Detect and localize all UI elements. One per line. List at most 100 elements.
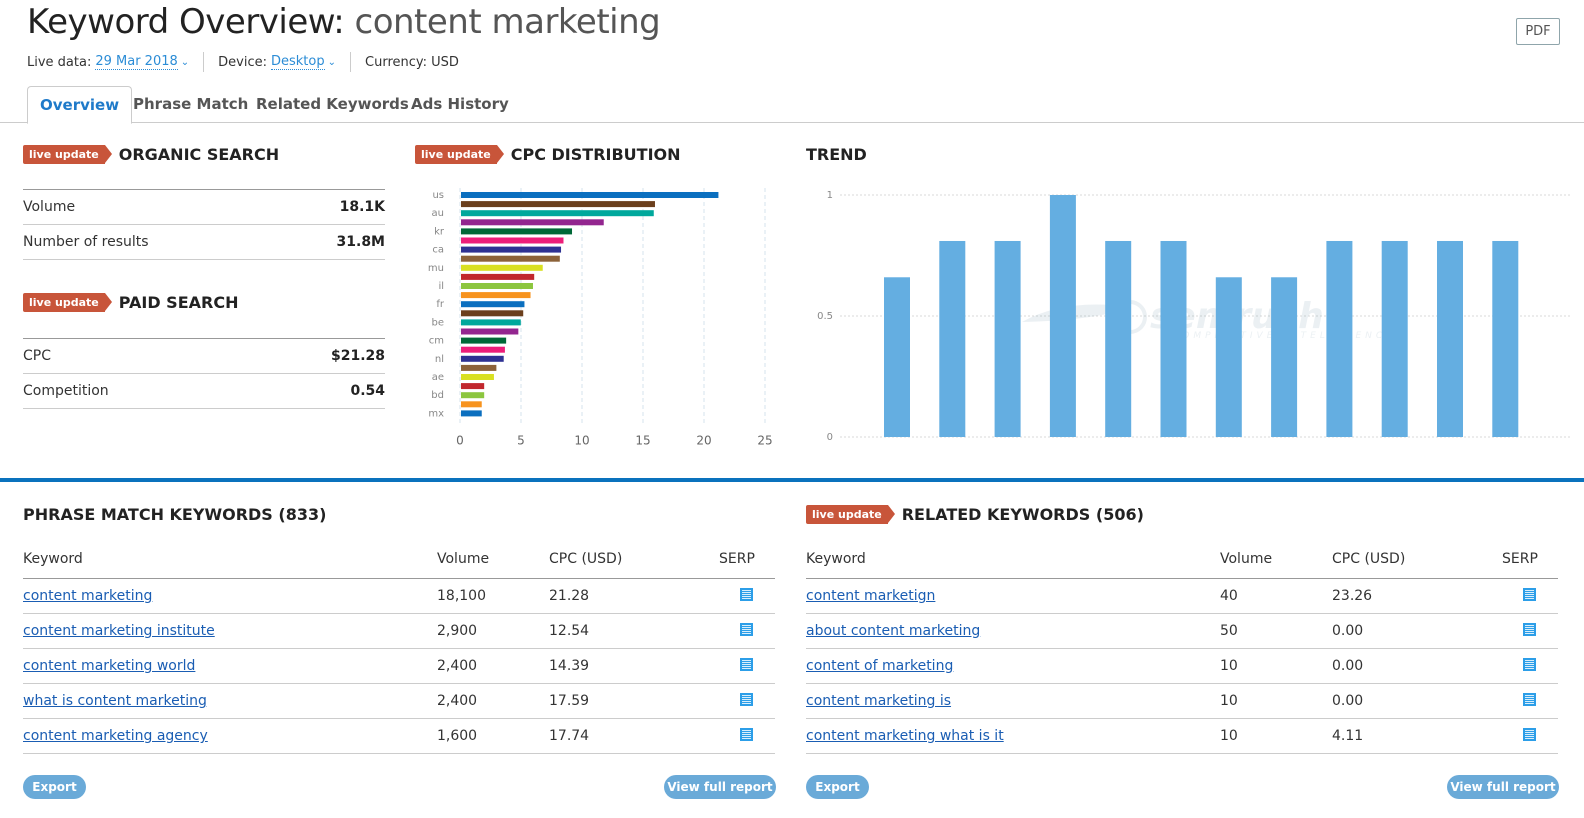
keyword-link[interactable]: content marketing institute [23,623,215,639]
keyword-link[interactable]: about content marketing [806,623,980,639]
cpc-bar [461,328,519,335]
table-row: content marketing what is it 10 4.11 [806,719,1558,754]
column-header-cpc[interactable]: CPC (USD) [1332,551,1502,567]
cpc-bar [461,374,494,380]
keyword-link[interactable]: content marketign [806,588,935,604]
phrase-match-table: Keyword Volume CPC (USD) SERP content ma… [23,540,775,754]
table-row: what is content marketing 2,400 17.59 [23,684,775,719]
table-row: content marketing is 10 0.00 [806,684,1558,719]
trend-header: TREND [806,145,867,164]
cpc-cell: 4.11 [1332,728,1364,744]
table-row: about content marketing 50 0.00 [806,614,1558,649]
x-tick-label: 25 [757,434,772,448]
serp-icon[interactable] [1523,692,1536,706]
serp-icon[interactable] [740,692,753,706]
trend-bar [1105,240,1132,437]
keyword-link[interactable]: content marketing [23,588,152,604]
keyword-link[interactable]: content marketing world [23,658,195,674]
column-header-cpc[interactable]: CPC (USD) [549,551,719,567]
tab-related-keywords[interactable]: Related Keywords [256,86,409,123]
y-tick-label: au [432,208,444,219]
trend-bar [1271,277,1298,437]
keyword-link[interactable]: what is content marketing [23,693,207,709]
tab-overview[interactable]: Overview [27,86,133,124]
report-meta: Live data: 29 Mar 2018 ⌄ Device: Desktop… [27,52,459,72]
column-header-volume[interactable]: Volume [1220,551,1332,567]
x-tick-label: 15 [635,434,650,448]
cpc-bar [461,219,604,226]
tab-phrase-match[interactable]: Phrase Match [133,86,248,123]
cpc-cell: 0.00 [1332,658,1364,674]
related-keywords-header: live update RELATED KEYWORDS (506) [806,505,1144,524]
pdf-export-button[interactable]: PDF [1516,18,1560,45]
y-tick-label: fr [436,299,445,310]
related-full-report-button[interactable]: View full report [1447,775,1559,799]
cpc-bar [461,364,497,371]
column-header-keyword[interactable]: Keyword [23,551,437,567]
metric-value: 31.8M [336,234,385,250]
section-divider [0,478,1584,482]
y-tick-label: 1 [827,190,833,201]
cpc-cell: 21.28 [549,588,590,604]
keyword-link[interactable]: content marketing agency [23,728,208,744]
serp-icon[interactable] [1523,587,1536,601]
related-keywords-table: Keyword Volume CPC (USD) SERP content ma… [806,540,1558,754]
page-title: Keyword Overview: content marketing [27,2,661,42]
table-row: content marketign 40 23.26 [806,579,1558,614]
live-data-label: Live data: [27,54,92,70]
page-title-keyword: content marketing [354,2,661,42]
phrase-match-export-button[interactable]: Export [23,775,86,799]
y-tick-label: kr [434,226,445,237]
y-tick-label: ae [432,372,444,383]
table-header: Keyword Volume CPC (USD) SERP [806,540,1558,579]
metric-label: Number of results [23,234,149,250]
volume-cell: 2,400 [437,693,478,709]
tab-ads-history[interactable]: Ads History [411,86,509,123]
trend-bar [1437,240,1463,437]
meta-separator [203,52,205,72]
table-header: Keyword Volume CPC (USD) SERP [23,540,775,579]
phrase-match-full-report-button[interactable]: View full report [664,775,776,799]
page-title-prefix: Keyword Overview: [27,2,345,42]
cpc-bar [461,401,482,408]
cpc-cell: 0.00 [1332,693,1364,709]
volume-cell: 1,600 [437,728,478,744]
chevron-down-icon[interactable]: ⌄ [181,57,189,68]
metric-value: $21.28 [330,348,385,364]
chevron-down-icon[interactable]: ⌄ [328,57,336,68]
x-tick-label: 5 [517,434,525,448]
live-data-date-dropdown[interactable]: 29 Mar 2018 [95,54,178,70]
serp-icon[interactable] [740,727,753,741]
related-export-button[interactable]: Export [806,775,869,799]
serp-icon[interactable] [1523,657,1536,671]
cpc-bar [461,410,482,417]
cpc-bar [461,355,504,362]
keyword-link[interactable]: content of marketing [806,658,953,674]
cpc-bar [461,246,562,253]
trend-bar [994,240,1021,437]
serp-icon[interactable] [1523,727,1536,741]
y-tick-label: 0.5 [817,311,833,322]
x-tick-label: 20 [696,434,711,448]
column-header-volume[interactable]: Volume [437,551,549,567]
cpc-distribution-header: live update CPC DISTRIBUTION [415,145,681,164]
y-tick-label: us [432,190,444,201]
metric-row-volume: Volume 18.1K [23,190,385,225]
cpc-bar [461,346,505,353]
currency-label: Currency: USD [365,54,459,70]
table-row: content marketing 18,100 21.28 [23,579,775,614]
keyword-link[interactable]: content marketing what is it [806,728,1004,744]
device-dropdown[interactable]: Desktop [271,54,325,70]
serp-icon[interactable] [740,622,753,636]
table-row: content marketing agency 1,600 17.74 [23,719,775,754]
cpc-bar [461,337,507,344]
keyword-link[interactable]: content marketing is [806,693,951,709]
table-row: content of marketing 10 0.00 [806,649,1558,684]
column-header-keyword[interactable]: Keyword [806,551,1220,567]
serp-icon[interactable] [1523,622,1536,636]
cpc-bar [461,264,543,271]
volume-cell: 10 [1220,658,1238,674]
y-tick-label: cm [429,336,444,347]
serp-icon[interactable] [740,657,753,671]
serp-icon[interactable] [740,587,753,601]
